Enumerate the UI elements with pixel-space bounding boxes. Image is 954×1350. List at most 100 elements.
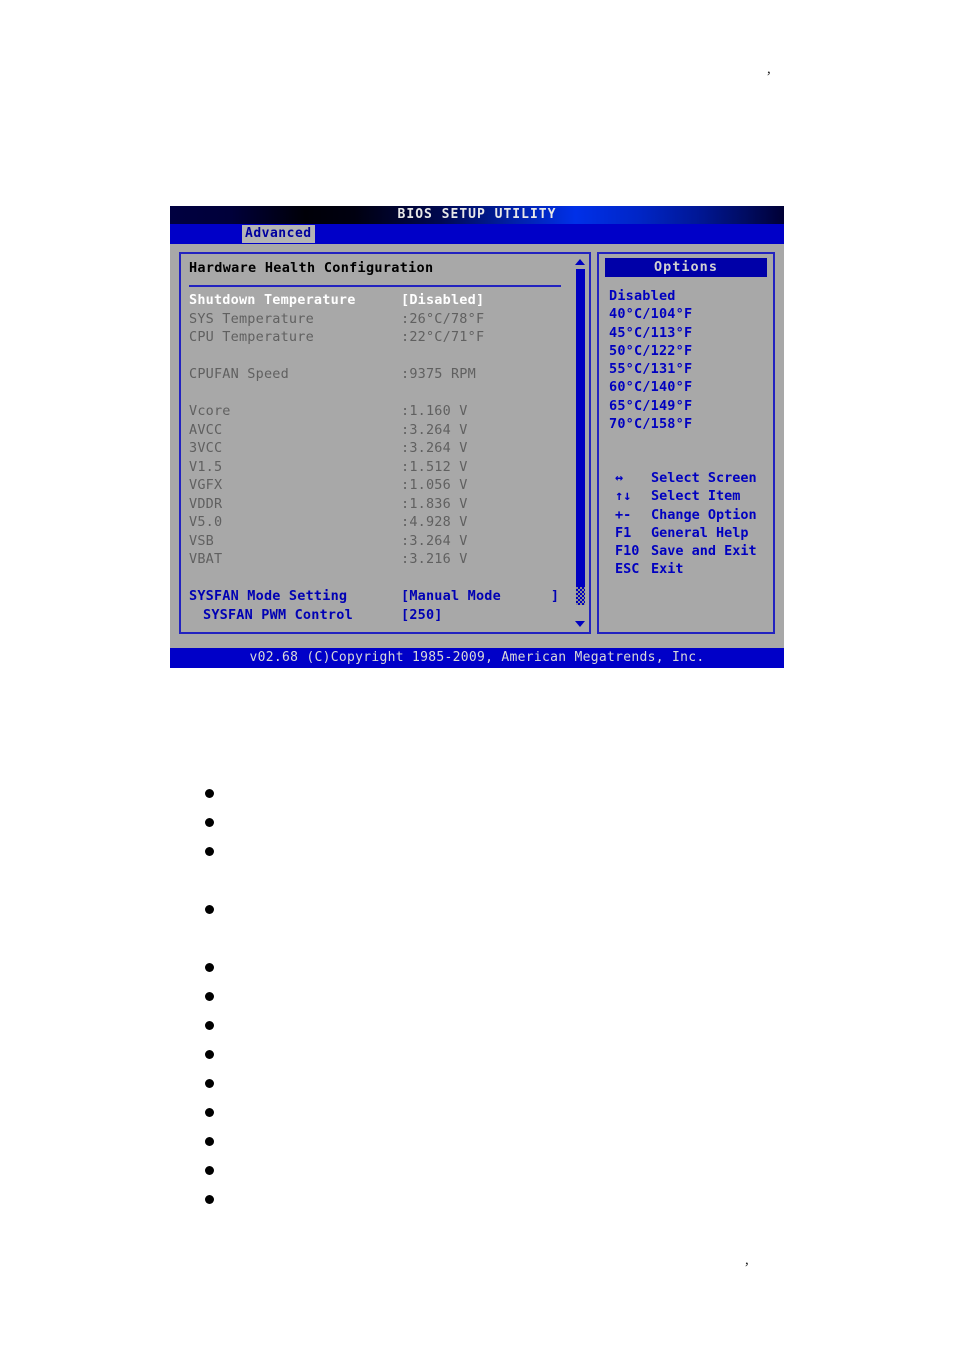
settings-row-label: 3VCC	[189, 440, 223, 456]
option-item[interactable]: 65°C/149°F	[609, 398, 692, 416]
option-item[interactable]: 70°C/158°F	[609, 416, 692, 434]
settings-row-label: VDDR	[189, 495, 223, 512]
hardware-health-panel: Hardware Health Configuration Shutdown T…	[179, 252, 591, 634]
settings-row: VBAT :3.216 V	[189, 551, 583, 570]
key-glyph-icon: ESC	[615, 561, 640, 578]
settings-row-value: :1.512 V	[401, 458, 468, 475]
settings-row-value[interactable]: [250]	[401, 607, 443, 623]
bios-setup-window: BIOS SETUP UTILITY Advanced Hardware Hea…	[170, 206, 784, 668]
settings-row-value: :1.160 V	[401, 403, 468, 419]
option-item[interactable]: 55°C/131°F	[609, 361, 692, 379]
settings-row-value[interactable]: [Manual Mode ]	[401, 588, 559, 604]
settings-row-label: Shutdown Temperature	[189, 292, 356, 308]
settings-row-value: :3.264 V	[401, 532, 468, 549]
option-item[interactable]: 50°C/122°F	[609, 343, 692, 361]
list-bullet	[205, 992, 214, 1001]
settings-row: V5.0:4.928 V	[189, 514, 583, 533]
key-help-legend: ↔ Select Screen ↑↓ Select Item +- Change Opti…	[609, 470, 769, 580]
list-bullet	[205, 1137, 214, 1146]
scroll-up-arrow-icon[interactable]	[575, 259, 585, 265]
settings-row-label: SYS Temperature	[189, 310, 314, 327]
key-action-label: Change Option	[651, 506, 757, 523]
settings-row-label: Vcore	[189, 403, 231, 419]
settings-row-value: :1.056 V	[401, 477, 468, 493]
list-bullet	[205, 1050, 214, 1059]
settings-row[interactable]: Shutdown Temperature [Disabled]	[189, 292, 583, 311]
settings-row: VDDR :1.836 V	[189, 496, 583, 515]
bios-title-text: BIOS SETUP UTILITY	[397, 207, 557, 222]
settings-row-value: :9375 RPM	[401, 366, 476, 382]
scrollbar-thumb[interactable]	[576, 269, 585, 587]
option-item[interactable]: 45°C/113°F	[609, 325, 692, 343]
settings-row-value[interactable]: [Disabled]	[401, 292, 484, 308]
list-bullet	[205, 1108, 214, 1117]
scroll-down-arrow-icon[interactable]	[575, 621, 585, 627]
key-help-row: ↑↓ Select Item	[609, 488, 769, 506]
scrollbar-track-dither[interactable]	[576, 587, 585, 605]
settings-row: Vcore :1.160 V	[189, 403, 583, 422]
key-glyph-icon: F10	[615, 543, 640, 560]
list-bullet	[205, 963, 214, 972]
key-glyph-icon: ↑↓	[615, 488, 632, 505]
option-item[interactable]: 40°C/104°F	[609, 306, 692, 324]
settings-row: V1.5 :1.512 V	[189, 459, 583, 478]
key-action-label: General Help	[651, 524, 749, 541]
settings-row-list: Shutdown Temperature [Disabled] SYS Temper…	[189, 292, 583, 625]
tab-advanced[interactable]: Advanced	[242, 225, 315, 243]
options-panel: Options Disabled 40°C/104°F 45°C/113°F 50°C…	[597, 252, 775, 634]
list-bullet	[205, 1021, 214, 1030]
list-bullet	[205, 818, 214, 827]
options-value-list: Disabled 40°C/104°F 45°C/113°F 50°C/122°F 55…	[609, 288, 692, 434]
row-spacer	[189, 348, 583, 367]
bios-title-bar: BIOS SETUP UTILITY	[170, 206, 784, 224]
settings-row: CPU Temperature:22°C/71°F	[189, 329, 583, 348]
panel-divider	[189, 285, 561, 287]
bios-footer-copyright: v02.68 (C)Copyright 1985-2009, American …	[170, 648, 784, 668]
settings-row-label: V5.0	[189, 514, 223, 530]
key-glyph-icon: +-	[615, 506, 632, 523]
settings-row-value: :1.836 V	[401, 495, 468, 512]
key-action-label: Exit	[651, 561, 684, 578]
settings-row: VGFX :1.056 V	[189, 477, 583, 496]
settings-scrollbar[interactable]	[574, 256, 587, 630]
settings-row-label: AVCC	[189, 421, 223, 438]
option-item[interactable]: 60°C/140°F	[609, 379, 692, 397]
settings-row[interactable]: SYSFAN Mode Setting [Manual Mode ]	[189, 588, 583, 607]
settings-row: CPUFAN Speed :9375 RPM	[189, 366, 583, 385]
key-help-row: +- Change Option	[609, 507, 769, 525]
list-bullet	[205, 847, 214, 856]
list-bullet	[205, 905, 214, 914]
row-spacer	[189, 570, 583, 589]
bios-body: Hardware Health Configuration Shutdown T…	[170, 244, 784, 642]
option-item[interactable]: Disabled	[609, 288, 692, 306]
settings-row-value: :22°C/71°F	[401, 329, 485, 345]
key-action-label: Select Item	[651, 488, 741, 505]
bios-menu-bar: Advanced	[170, 224, 784, 244]
settings-row-value: :3.264 V	[401, 421, 468, 438]
row-spacer	[189, 385, 583, 404]
settings-row-label: V1.5	[189, 458, 223, 475]
key-glyph-icon: ↔	[615, 470, 624, 486]
settings-row: SYS Temperature :26°C/78°F	[189, 311, 583, 330]
stray-comma-mark-top: ,	[767, 61, 771, 77]
key-help-row: F10 Save and Exit	[609, 543, 769, 561]
settings-row-label: VGFX	[189, 477, 223, 493]
settings-row[interactable]: SYSFAN PWM Control [250]	[189, 607, 583, 626]
settings-row: 3VCC:3.264 V	[189, 440, 583, 459]
list-bullet	[205, 1166, 214, 1175]
list-bullet	[205, 1079, 214, 1088]
settings-row-label: VBAT	[189, 551, 223, 567]
panel-title: Hardware Health Configuration	[189, 260, 434, 276]
settings-row-value: :26°C/78°F	[401, 310, 485, 327]
key-glyph-icon: F1	[615, 524, 632, 541]
settings-row: AVCC :3.264 V	[189, 422, 583, 441]
options-panel-title: Options	[605, 258, 767, 277]
settings-row-value: :3.216 V	[401, 551, 468, 567]
settings-row-label: SYSFAN Mode Setting	[189, 588, 348, 604]
settings-row-label: CPUFAN Speed	[189, 366, 289, 382]
settings-row-label: VSB	[189, 532, 214, 549]
settings-row-label: SYSFAN PWM Control	[203, 606, 353, 623]
key-action-label: Save and Exit	[651, 543, 757, 560]
key-help-row: ↔ Select Screen	[609, 470, 769, 488]
stray-comma-mark-bottom: ,	[745, 1252, 749, 1268]
